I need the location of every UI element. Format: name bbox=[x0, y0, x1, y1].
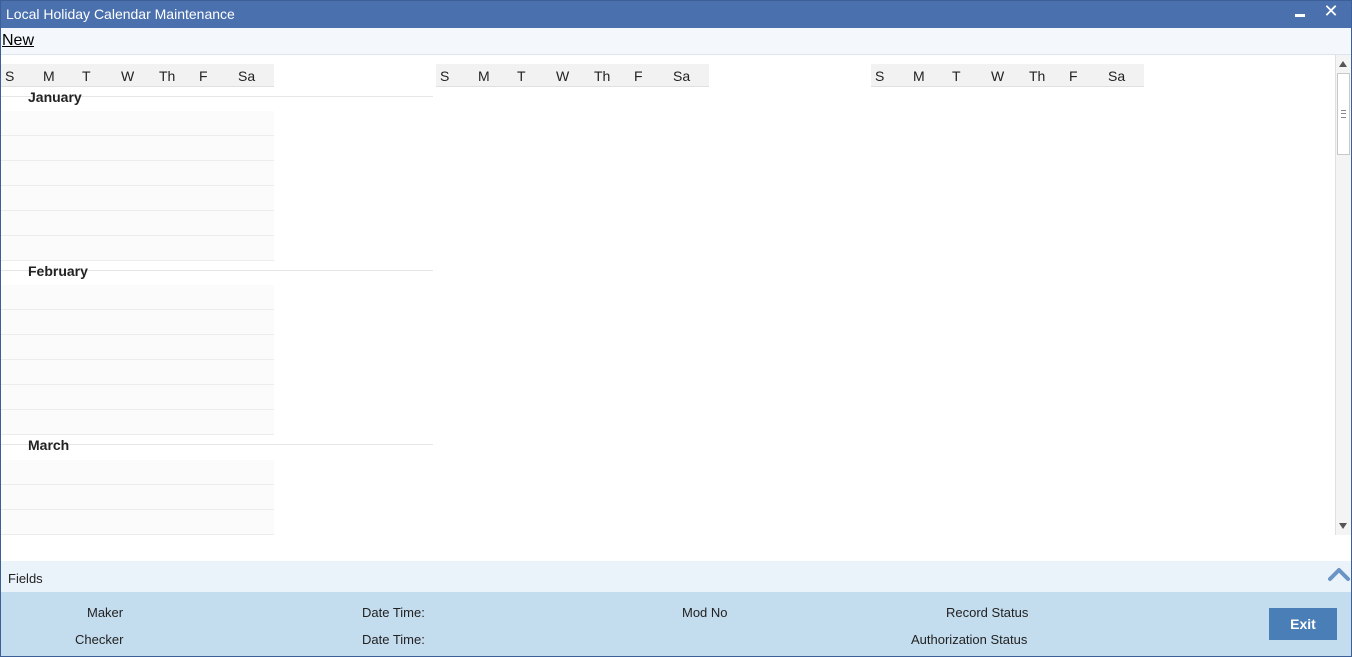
authorization-status-label: Authorization Status bbox=[911, 632, 1028, 647]
week-row[interactable] bbox=[1, 360, 274, 385]
title-bar: Local Holiday Calendar Maintenance ✕ bbox=[1, 1, 1351, 28]
day-wednesday: W bbox=[991, 68, 1005, 84]
day-thursday: Th bbox=[1029, 68, 1046, 84]
month-label-february: February bbox=[28, 263, 88, 279]
day-monday: M bbox=[43, 68, 55, 84]
day-tuesday: T bbox=[517, 68, 526, 84]
grip-icon bbox=[1341, 110, 1346, 118]
day-friday: F bbox=[199, 68, 208, 84]
week-row[interactable] bbox=[1, 161, 274, 186]
minimize-button[interactable] bbox=[1289, 1, 1311, 28]
checker-date-time-label: Date Time: bbox=[362, 632, 425, 647]
minimize-icon bbox=[1295, 14, 1305, 17]
day-thursday: Th bbox=[159, 68, 176, 84]
record-status-label: Record Status bbox=[946, 605, 1029, 620]
vertical-scrollbar[interactable] bbox=[1335, 55, 1351, 535]
day-sunday: S bbox=[5, 68, 15, 84]
day-friday: F bbox=[634, 68, 643, 84]
week-row[interactable] bbox=[1, 211, 274, 236]
day-thursday: Th bbox=[594, 68, 611, 84]
day-friday: F bbox=[1069, 68, 1078, 84]
month-label-january: January bbox=[28, 89, 82, 105]
day-saturday: Sa bbox=[238, 68, 256, 84]
audit-footer: Maker Checker Date Time: Date Time: Mod … bbox=[1, 592, 1351, 656]
collapse-button[interactable] bbox=[1327, 564, 1351, 584]
day-header-col-2: S M T W Th F Sa bbox=[436, 64, 709, 87]
fields-bar: Fields bbox=[1, 561, 1351, 592]
close-button[interactable]: ✕ bbox=[1320, 1, 1342, 28]
month-label-march: March bbox=[28, 437, 70, 453]
new-link[interactable]: New bbox=[2, 32, 34, 50]
exit-button[interactable]: Exit bbox=[1269, 608, 1337, 640]
day-wednesday: W bbox=[121, 68, 135, 84]
week-row[interactable] bbox=[1, 335, 274, 360]
checker-label: Checker bbox=[75, 632, 124, 647]
day-sunday: S bbox=[440, 68, 450, 84]
fields-label[interactable]: Fields bbox=[8, 571, 43, 586]
week-row[interactable] bbox=[1, 236, 274, 261]
week-row[interactable] bbox=[1, 510, 274, 535]
maker-label: Maker bbox=[87, 605, 124, 620]
day-tuesday: T bbox=[952, 68, 961, 84]
week-row[interactable] bbox=[1, 310, 274, 335]
week-row[interactable] bbox=[1, 485, 274, 510]
maker-date-time-label: Date Time: bbox=[362, 605, 425, 620]
week-row[interactable] bbox=[1, 136, 274, 161]
week-row[interactable] bbox=[1, 460, 274, 485]
week-row[interactable] bbox=[1, 186, 274, 211]
week-row[interactable] bbox=[1, 285, 274, 310]
day-header-col-3: S M T W Th F Sa bbox=[871, 64, 1144, 87]
day-tuesday: T bbox=[82, 68, 91, 84]
day-wednesday: W bbox=[556, 68, 570, 84]
day-saturday: Sa bbox=[673, 68, 691, 84]
week-row[interactable] bbox=[1, 410, 274, 435]
day-monday: M bbox=[478, 68, 490, 84]
day-header-col-1: S M T W Th F Sa bbox=[1, 64, 274, 87]
window-title: Local Holiday Calendar Maintenance bbox=[6, 6, 235, 22]
chevron-up-icon bbox=[1328, 568, 1350, 581]
toolbar: New bbox=[1, 28, 1351, 55]
holiday-calendar-window: Local Holiday Calendar Maintenance ✕ New… bbox=[0, 0, 1352, 657]
scroll-down-arrow-icon[interactable] bbox=[1339, 523, 1347, 529]
mod-no-label: Mod No bbox=[682, 605, 728, 620]
week-row[interactable] bbox=[1, 111, 274, 136]
scroll-thumb[interactable] bbox=[1337, 73, 1350, 155]
scroll-up-arrow-icon[interactable] bbox=[1339, 61, 1347, 67]
day-monday: M bbox=[913, 68, 925, 84]
week-row[interactable] bbox=[1, 385, 274, 410]
day-sunday: S bbox=[875, 68, 885, 84]
calendar-area: S M T W Th F Sa S M T W Th F Sa S M T W … bbox=[1, 55, 1335, 535]
day-saturday: Sa bbox=[1108, 68, 1126, 84]
close-icon: ✕ bbox=[1323, 1, 1339, 21]
